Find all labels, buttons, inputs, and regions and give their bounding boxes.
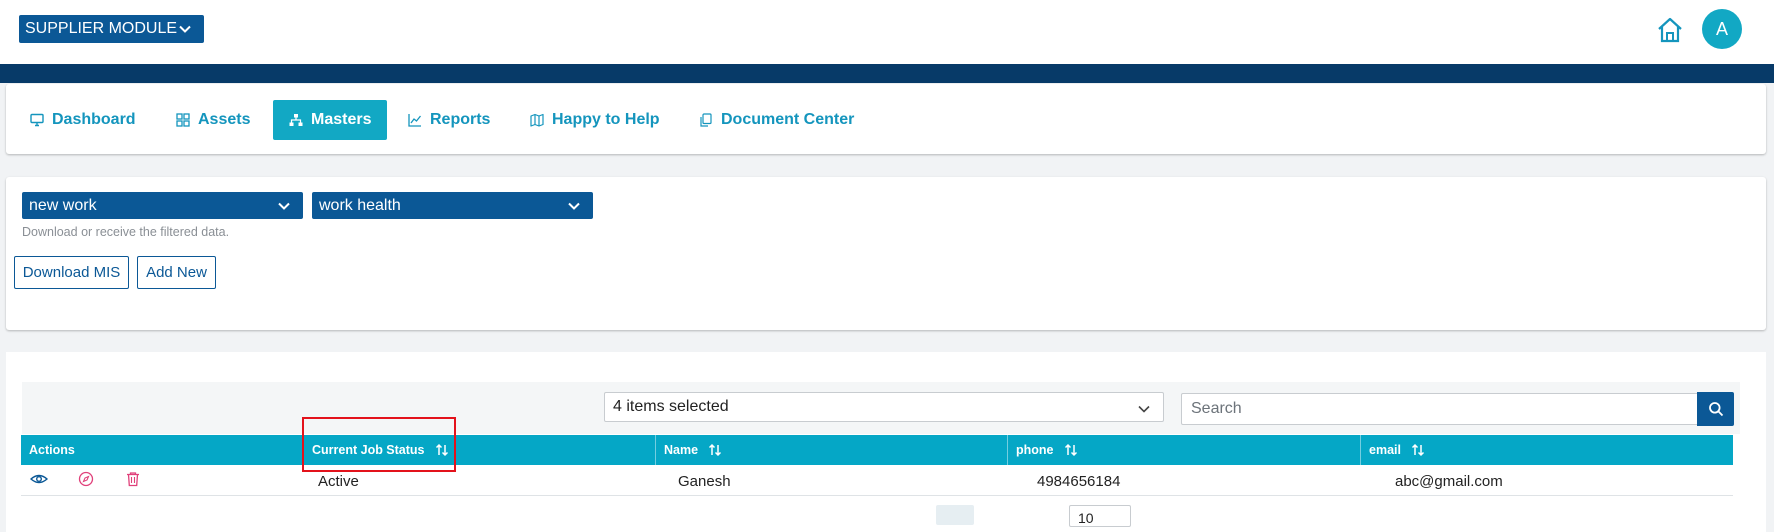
chart-line-icon	[408, 114, 422, 127]
tab-dashboard-label: Dashboard	[52, 111, 136, 128]
copy-icon	[700, 113, 712, 127]
work-filter-select[interactable]: new work	[22, 192, 303, 219]
column-header-name[interactable]: Name	[655, 435, 1007, 465]
sort-icon[interactable]	[708, 443, 722, 457]
header-band	[0, 64, 1774, 83]
tab-masters-label: Masters	[311, 111, 372, 128]
cell-email: abc@gmail.com	[1395, 473, 1503, 490]
work-filter-value: new work	[29, 196, 97, 214]
tab-reports[interactable]: Reports	[408, 100, 490, 140]
add-new-button[interactable]: Add New	[137, 256, 216, 289]
module-select-label: SUPPLIER MODULE	[25, 20, 178, 37]
compass-icon[interactable]	[78, 471, 94, 487]
avatar[interactable]: A	[1702, 9, 1742, 49]
search-input[interactable]	[1181, 393, 1698, 425]
column-select[interactable]: 4 items selected	[604, 392, 1164, 422]
chevron-down-icon	[568, 202, 580, 210]
main-nav: Dashboard Assets Masters Reports Happy t…	[6, 84, 1766, 154]
category-filter-select[interactable]: work health	[312, 192, 593, 219]
search-icon	[1708, 402, 1723, 417]
monitor-icon	[30, 113, 44, 127]
sort-icon[interactable]	[1064, 443, 1078, 457]
search-button[interactable]	[1697, 392, 1734, 426]
column-header-label: email	[1369, 443, 1401, 457]
column-select-value: 4 items selected	[613, 398, 729, 415]
tab-masters[interactable]: Masters	[273, 100, 388, 140]
column-header-phone[interactable]: phone	[1007, 435, 1360, 465]
eye-icon[interactable]	[30, 471, 48, 487]
pagination-page-button[interactable]	[936, 505, 974, 525]
table-row: Active Ganesh 4984656184 abc@gmail.com	[21, 465, 1733, 496]
filter-hint: Download or receive the filtered data.	[22, 225, 230, 239]
tab-reports-label: Reports	[430, 111, 491, 128]
highlight-box	[302, 417, 456, 472]
sort-icon[interactable]	[1411, 443, 1425, 457]
chevron-down-icon	[179, 25, 191, 33]
chevron-down-icon	[1138, 405, 1150, 413]
tab-assets[interactable]: Assets	[176, 100, 250, 140]
cell-status: Active	[318, 473, 359, 490]
tab-document-center-label: Document Center	[721, 111, 855, 128]
tab-assets-label: Assets	[198, 111, 251, 128]
top-bar: SUPPLIER MODULE A	[0, 0, 1774, 64]
tab-document-center[interactable]: Document Center	[699, 100, 854, 140]
column-header-label: Name	[664, 443, 699, 457]
filter-panel: new work work health Download or receive…	[6, 177, 1766, 330]
cell-phone: 4984656184	[1037, 473, 1121, 490]
column-header-label: Actions	[29, 443, 75, 457]
cell-name: Ganesh	[678, 473, 731, 490]
page-size-select[interactable]: 10	[1069, 505, 1131, 527]
home-icon[interactable]	[1656, 16, 1684, 44]
chevron-down-icon	[278, 202, 290, 210]
column-header-label: phone	[1016, 443, 1054, 457]
tab-happy-to-help[interactable]: Happy to Help	[530, 100, 660, 140]
column-header-actions: Actions	[21, 435, 303, 465]
map-icon	[530, 113, 544, 127]
tab-dashboard[interactable]: Dashboard	[30, 100, 136, 140]
download-mis-button[interactable]: Download MIS	[14, 256, 129, 289]
module-select[interactable]: SUPPLIER MODULE	[19, 15, 204, 43]
tab-happy-to-help-label: Happy to Help	[552, 111, 660, 128]
trash-icon[interactable]	[125, 471, 141, 487]
table-header: Actions Current Job Status Name phone em…	[21, 435, 1733, 465]
grid-icon	[176, 113, 190, 127]
category-filter-value: work health	[319, 196, 401, 214]
sitemap-icon	[289, 114, 303, 126]
column-header-email[interactable]: email	[1360, 435, 1733, 465]
